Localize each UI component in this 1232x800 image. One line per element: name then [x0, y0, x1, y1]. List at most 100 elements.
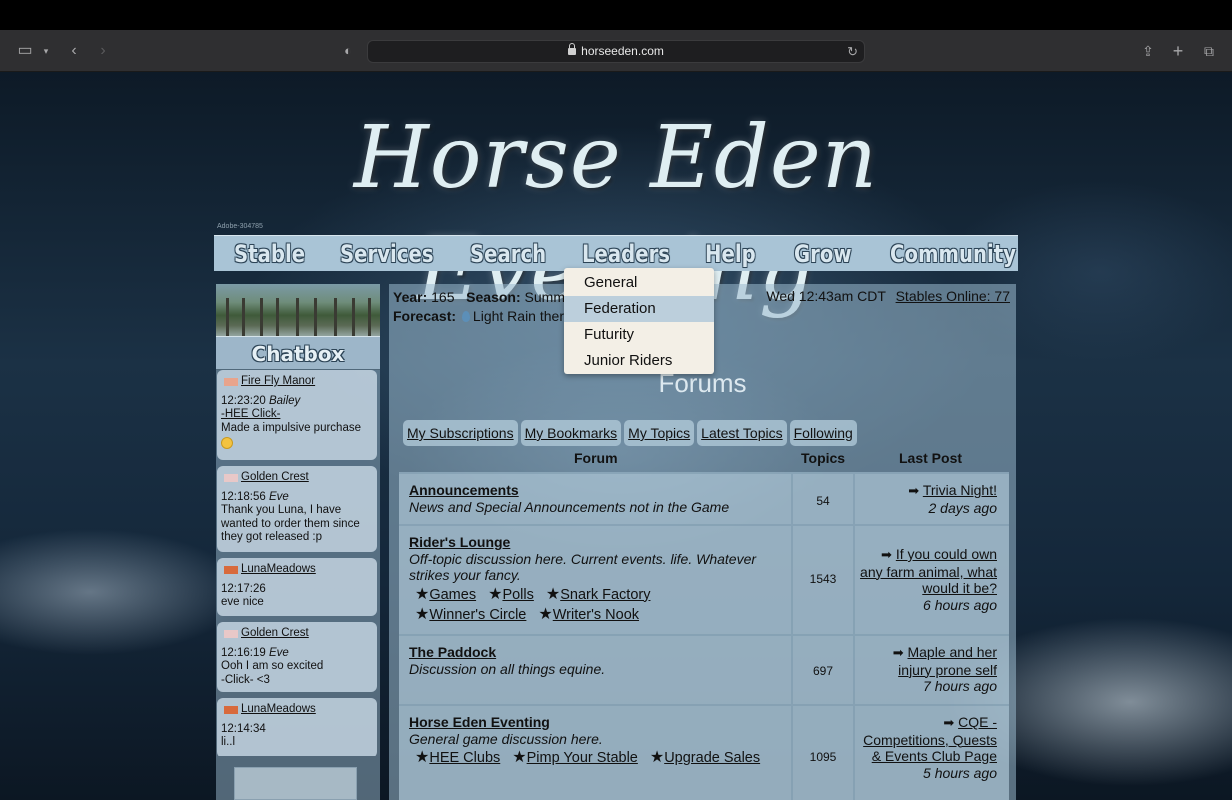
forum-topics-count: 1095 [809, 750, 837, 764]
subforum-link[interactable]: Upgrade Sales [664, 750, 760, 766]
chat-stable-link[interactable]: Golden Crest [241, 471, 373, 485]
back-icon[interactable]: ‹ [66, 41, 82, 61]
url-text: horseeden.com [581, 44, 664, 58]
chevron-down-icon[interactable]: ▾ [40, 41, 52, 61]
forum-description: Discussion on all things equine. [409, 660, 606, 677]
last-post-ago: 6 hours ago [923, 596, 997, 613]
forum-name-link[interactable]: The Paddock [409, 644, 779, 661]
tab-my-subscriptions[interactable]: My Subscriptions [403, 420, 518, 446]
stables-online-link[interactable]: Stables Online: 77 [896, 288, 1010, 304]
datetime: Wed 12:43am CDT [766, 288, 886, 304]
last-post-link[interactable]: Trivia Night! [923, 482, 997, 498]
star-icon: ★ [415, 606, 430, 623]
column-header-topics: Topics [801, 450, 846, 466]
season-label: Season: [466, 289, 521, 305]
forum-row: Announcements News and Special Announcem… [399, 472, 1009, 524]
star-icon: ★ [538, 606, 553, 623]
nav-search[interactable]: Search [470, 236, 546, 272]
chat-text-with-link[interactable]: -Click- <3 [221, 674, 373, 688]
subforum-list: ★Games ★Polls ★Snark Factory★Winner's Circ… [409, 585, 779, 626]
forum-topics-count: 1543 [809, 572, 837, 586]
tab-overview-icon[interactable]: ⧉ [1200, 41, 1218, 61]
forward-icon[interactable]: › [95, 41, 111, 61]
reload-icon[interactable]: ↻ [847, 44, 858, 60]
image-watermark: Adobe-304785 [217, 223, 263, 230]
forum-topics-count: 697 [812, 664, 834, 678]
chat-time: 12:16:19 [221, 646, 266, 659]
last-post-link[interactable]: Maple and her injury prone self [898, 644, 997, 678]
screen-top-bar [0, 0, 1232, 30]
forecast-value: Light Rain ther [472, 308, 564, 324]
tab-following[interactable]: Following [789, 420, 857, 446]
subforum-link[interactable]: Winner's Circle [429, 607, 526, 623]
chat-stable-link[interactable]: LunaMeadows [241, 703, 373, 717]
new-tab-icon[interactable]: + [1170, 41, 1186, 61]
chat-stable-link[interactable]: Golden Crest [241, 627, 373, 641]
lock-icon [568, 43, 577, 55]
chat-messages[interactable]: Fire Fly Manor 12:23:20 Bailey -HEE Clic… [216, 370, 380, 756]
chat-input-box[interactable] [234, 767, 357, 800]
subforum-link[interactable]: Snark Factory [560, 587, 650, 603]
forum-description: General game discussion here. [409, 730, 603, 747]
menu-item-federation[interactable]: Federation [564, 296, 714, 322]
tab-latest-topics[interactable]: Latest Topics [697, 420, 787, 446]
subforum-link[interactable]: Games [429, 587, 476, 603]
tab-my-bookmarks[interactable]: My Bookmarks [520, 420, 622, 446]
menu-item-junior-riders[interactable]: Junior Riders [564, 348, 714, 374]
chat-link[interactable]: -HEE Click- [221, 408, 280, 420]
tab-my-topics[interactable]: My Topics [624, 420, 695, 446]
last-post-ago: 7 hours ago [923, 678, 997, 694]
page-background: Horse Eden Eventing Adobe-304785 Stable … [0, 72, 1232, 800]
star-icon: ★ [649, 749, 665, 766]
site-logo[interactable]: Horse Eden Eventing [214, 102, 1018, 320]
forum-row: Horse Eden Eventing General game discuss… [399, 704, 1009, 800]
last-post-link[interactable]: CQE - Competitions, Quests & Events Club… [863, 714, 997, 764]
subforum-link[interactable]: Polls [502, 587, 533, 603]
chatbox-panel: Chatbox Fire Fly Manor 12:23:20 Bailey -… [216, 284, 380, 800]
nav-community[interactable]: Community [890, 236, 1016, 272]
chat-stable-link[interactable]: LunaMeadows [241, 563, 373, 577]
flag-icon [224, 630, 238, 638]
year-label: Year: [393, 289, 428, 305]
chat-stable-link[interactable]: Fire Fly Manor [241, 375, 373, 389]
column-header-forum: Forum [574, 450, 618, 466]
subforum-link[interactable]: HEE Clubs [429, 750, 500, 766]
star-icon: ★ [415, 585, 430, 603]
chat-author: Eve [268, 646, 289, 659]
chat-text: li..l [221, 736, 236, 748]
chat-text: eve nice [221, 596, 264, 608]
forum-name-link[interactable]: Announcements [409, 482, 779, 499]
address-bar[interactable]: horseeden.com ↻ [367, 40, 865, 63]
chat-time: 12:17:26 [221, 582, 266, 595]
nav-services[interactable]: Services [340, 236, 434, 272]
forum-name-link[interactable]: Rider's Lounge [409, 534, 779, 551]
last-post-ago: 2 days ago [928, 499, 998, 516]
game-info: Year: 165 Season: Summ Forecast: Light R… [393, 288, 565, 326]
subforum-link[interactable]: Writer's Nook [553, 607, 639, 623]
chat-author: Bailey [268, 394, 301, 407]
menu-item-general[interactable]: General [564, 270, 714, 296]
forum-row: Rider's Lounge Off-topic discussion here… [399, 524, 1009, 634]
chat-time: 12:18:56 [221, 490, 266, 503]
subforum-link[interactable]: Pimp Your Stable [527, 750, 638, 766]
privacy-shield-icon[interactable]: ◐ [340, 41, 356, 61]
main-nav: Stable Services Search Leaders Help Grow… [214, 235, 1018, 271]
star-icon: ★ [415, 749, 430, 766]
nav-stable[interactable]: Stable [234, 236, 305, 272]
arrow-right-icon: ➡ [892, 645, 904, 660]
nav-grow[interactable]: Grow [794, 236, 852, 272]
nav-help[interactable]: Help [705, 236, 756, 272]
smile-emoji-icon [221, 437, 233, 449]
flag-icon [224, 566, 238, 574]
chat-text: Made a impulsive purchase [221, 421, 361, 434]
forum-name-link[interactable]: Horse Eden Eventing [409, 714, 779, 731]
menu-item-futurity[interactable]: Futurity [564, 322, 714, 348]
share-icon[interactable]: ⇪ [1140, 41, 1156, 61]
arrow-right-icon: ➡ [943, 715, 955, 730]
chat-time: 12:23:20 [221, 394, 266, 407]
forum-topics-count: 54 [816, 494, 830, 508]
forum-description: Off-topic discussion here. Current event… [409, 550, 757, 584]
star-icon: ★ [512, 749, 527, 766]
nav-leaders[interactable]: Leaders [582, 236, 670, 272]
sidebar-toggle-icon[interactable]: ▭ [16, 41, 34, 61]
